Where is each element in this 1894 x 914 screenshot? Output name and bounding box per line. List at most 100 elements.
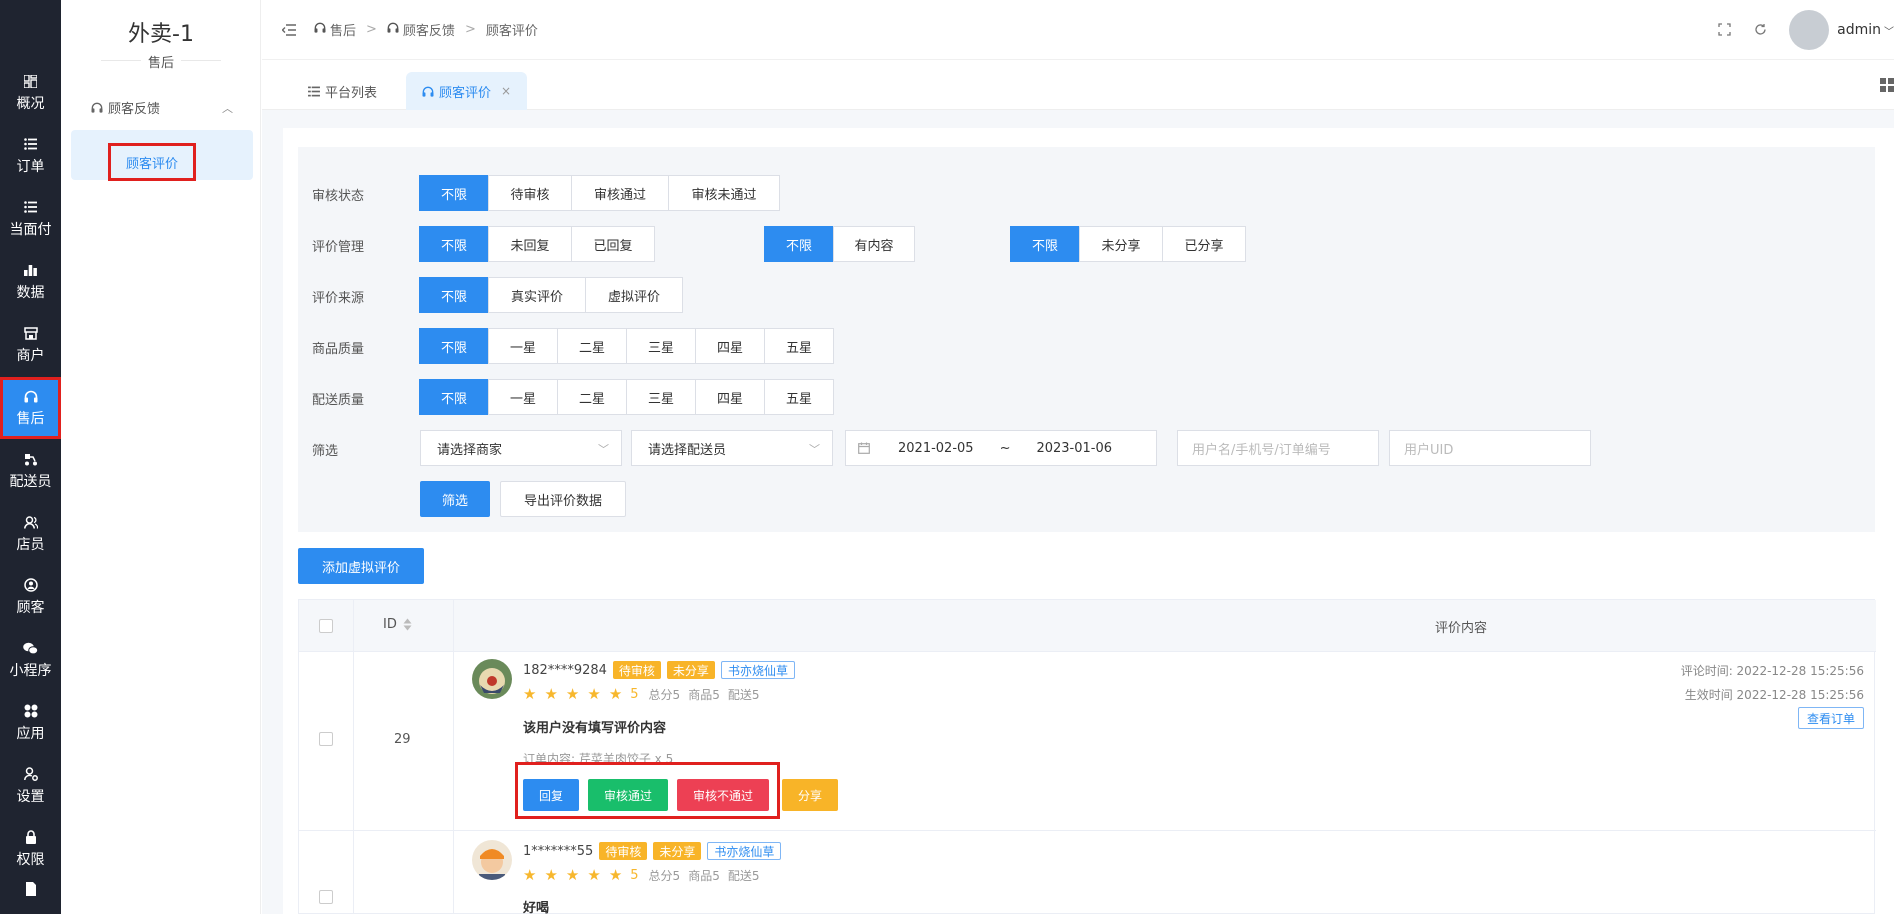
review-mgmt-option[interactable]: 未回复 xyxy=(488,226,572,262)
comment-time: 评论时间: 2022-12-28 15:25:56 xyxy=(1680,664,1864,678)
user-query-input[interactable]: 用户名/手机号/订单编号 xyxy=(1177,430,1379,466)
nav-item-more[interactable] xyxy=(0,881,61,914)
nav-item-apps[interactable]: 应用 xyxy=(0,692,61,754)
fullscreen-icon[interactable] xyxy=(1717,23,1731,37)
sub-sidebar: 外卖-1 售后 顾客反馈 ︿ 顾客评价 xyxy=(61,0,261,914)
chevron-down-icon[interactable]: ﹀ xyxy=(1884,23,1894,38)
filter-button[interactable]: 筛选 xyxy=(420,481,490,517)
review-source-option[interactable]: 真实评价 xyxy=(488,277,586,313)
merchant-select[interactable]: 请选择商家 ﹀ xyxy=(420,430,622,466)
audit-status-option[interactable]: 待审核 xyxy=(488,175,572,211)
approve-button[interactable]: 审核通过 xyxy=(588,779,668,811)
courier-select[interactable]: 请选择配送员 ﹀ xyxy=(631,430,833,466)
tab-label: 平台列表 xyxy=(325,85,378,101)
reviewer-avatar xyxy=(472,659,512,699)
delivery-quality-option[interactable]: 四星 xyxy=(695,379,765,415)
rating-value: 5 xyxy=(630,686,639,702)
nav-item-label: 售后 xyxy=(16,411,45,427)
date-end: 2023-01-06 xyxy=(1036,440,1113,456)
export-reviews-button[interactable]: 导出评价数据 xyxy=(500,481,626,517)
product-quality-option[interactable]: 五星 xyxy=(764,328,834,364)
reply-button[interactable]: 回复 xyxy=(523,779,579,811)
nav-item-label: 数据 xyxy=(16,285,45,301)
breadcrumb-item: 顾客评价 xyxy=(485,24,538,39)
apps-icon xyxy=(23,703,39,719)
nav-item-couriers[interactable]: 配送员 xyxy=(0,440,61,502)
delivery-quality-option[interactable]: 五星 xyxy=(764,379,834,415)
breadcrumb-item[interactable]: 售后 xyxy=(330,20,356,39)
reviewer-name: 1*******55 xyxy=(523,843,594,859)
user-name[interactable]: admin xyxy=(1837,22,1881,38)
star-icon: ★ xyxy=(608,866,623,884)
nav-item-face-pay[interactable]: 当面付 xyxy=(0,188,61,250)
product-quality-option[interactable]: 四星 xyxy=(695,328,765,364)
content-filter-option[interactable]: 不限 xyxy=(764,226,834,262)
content-filter-option[interactable]: 有内容 xyxy=(833,226,915,262)
share-filter-option[interactable]: 已分享 xyxy=(1162,226,1246,262)
nav-item-orders[interactable]: 订单 xyxy=(0,125,61,187)
id-column-header[interactable]: ID xyxy=(383,617,412,632)
delivery-quality-option[interactable]: 三星 xyxy=(626,379,696,415)
audit-status-option[interactable]: 审核未通过 xyxy=(668,175,780,211)
nav-item-overview[interactable]: 概况 xyxy=(0,62,61,124)
refresh-icon[interactable] xyxy=(1753,23,1767,37)
product-score: 商品5 xyxy=(688,687,720,702)
user-query-placeholder: 用户名/手机号/订单编号 xyxy=(1192,442,1331,458)
share-status-badge: 未分享 xyxy=(666,661,715,679)
product-score: 商品5 xyxy=(688,868,720,883)
star-icon: ★ xyxy=(544,685,558,703)
date-range-picker[interactable]: 2021-02-05 ~ 2023-01-06 xyxy=(845,430,1157,466)
nav-item-mini-program[interactable]: 小程序 xyxy=(0,629,61,691)
product-quality-option[interactable]: 二星 xyxy=(557,328,627,364)
app-root: 概况 订单 当面付 数据 商户 售后 配送员 店员 顾客 小程序 应用 设置 权… xyxy=(0,0,1894,914)
nav-item-customers[interactable]: 顾客 xyxy=(0,566,61,628)
review-mgmt-option[interactable]: 不限 xyxy=(419,226,489,262)
id-header-label: ID xyxy=(383,617,397,632)
nav-item-merchants[interactable]: 商户 xyxy=(0,314,61,376)
review-mgmt-option[interactable]: 已回复 xyxy=(571,226,655,262)
menu-item-customer-reviews[interactable]: 顾客评价 xyxy=(71,130,253,181)
product-quality-option[interactable]: 三星 xyxy=(626,328,696,364)
store-icon xyxy=(23,325,39,341)
tab-customer-reviews[interactable]: 顾客评价 × xyxy=(406,72,528,110)
share-filter: 不限 未分享 已分享 xyxy=(1010,226,1246,262)
star-icon: ★ xyxy=(523,866,537,884)
collapse-menu-icon[interactable] xyxy=(282,23,296,36)
review-source-option[interactable]: 虚拟评价 xyxy=(585,277,683,313)
share-filter-option[interactable]: 不限 xyxy=(1010,226,1080,262)
avatar[interactable] xyxy=(1789,10,1830,50)
nav-item-permissions[interactable]: 权限 xyxy=(0,818,61,880)
section-subtitle: 售后 xyxy=(147,56,174,71)
product-quality-option[interactable]: 一星 xyxy=(488,328,558,364)
menu-group-customer-feedback[interactable]: 顾客反馈 ︿ xyxy=(71,92,253,122)
pending-status-badge: 待审核 xyxy=(599,842,648,860)
user-uid-input[interactable]: 用户UID xyxy=(1389,430,1591,466)
reject-button[interactable]: 审核不通过 xyxy=(677,779,769,811)
view-order-button[interactable]: 查看订单 xyxy=(1797,707,1864,729)
tab-platform-list[interactable]: 平台列表 xyxy=(292,72,393,110)
grid-menu-icon[interactable] xyxy=(1880,78,1894,92)
audit-status-option[interactable]: 审核通过 xyxy=(571,175,669,211)
close-icon[interactable]: × xyxy=(501,84,511,98)
share-filter-option[interactable]: 未分享 xyxy=(1079,226,1163,262)
select-all-checkbox[interactable] xyxy=(319,619,333,633)
row-checkbox[interactable] xyxy=(319,732,333,746)
nav-item-label: 商户 xyxy=(16,348,45,364)
row-checkbox[interactable] xyxy=(319,890,333,904)
breadcrumb-item[interactable]: 顾客反馈 xyxy=(403,20,455,39)
delivery-quality-option[interactable]: 不限 xyxy=(419,379,489,415)
add-virtual-review-button[interactable]: 添加虚拟评价 xyxy=(298,548,424,584)
nav-item-after-sales[interactable]: 售后 xyxy=(0,377,61,439)
breadcrumb-separator: > xyxy=(366,22,377,37)
menu-group-label: 顾客反馈 xyxy=(108,101,161,117)
delivery-quality-option[interactable]: 一星 xyxy=(488,379,558,415)
nav-item-staff[interactable]: 店员 xyxy=(0,503,61,565)
audit-status-option[interactable]: 不限 xyxy=(419,175,489,211)
nav-item-settings[interactable]: 设置 xyxy=(0,755,61,817)
review-source-option[interactable]: 不限 xyxy=(419,277,489,313)
nav-item-data[interactable]: 数据 xyxy=(0,251,61,313)
delivery-quality-filter: 不限 一星 二星 三星 四星 五星 xyxy=(419,379,834,415)
delivery-quality-option[interactable]: 二星 xyxy=(557,379,627,415)
share-button[interactable]: 分享 xyxy=(782,779,838,811)
product-quality-option[interactable]: 不限 xyxy=(419,328,489,364)
